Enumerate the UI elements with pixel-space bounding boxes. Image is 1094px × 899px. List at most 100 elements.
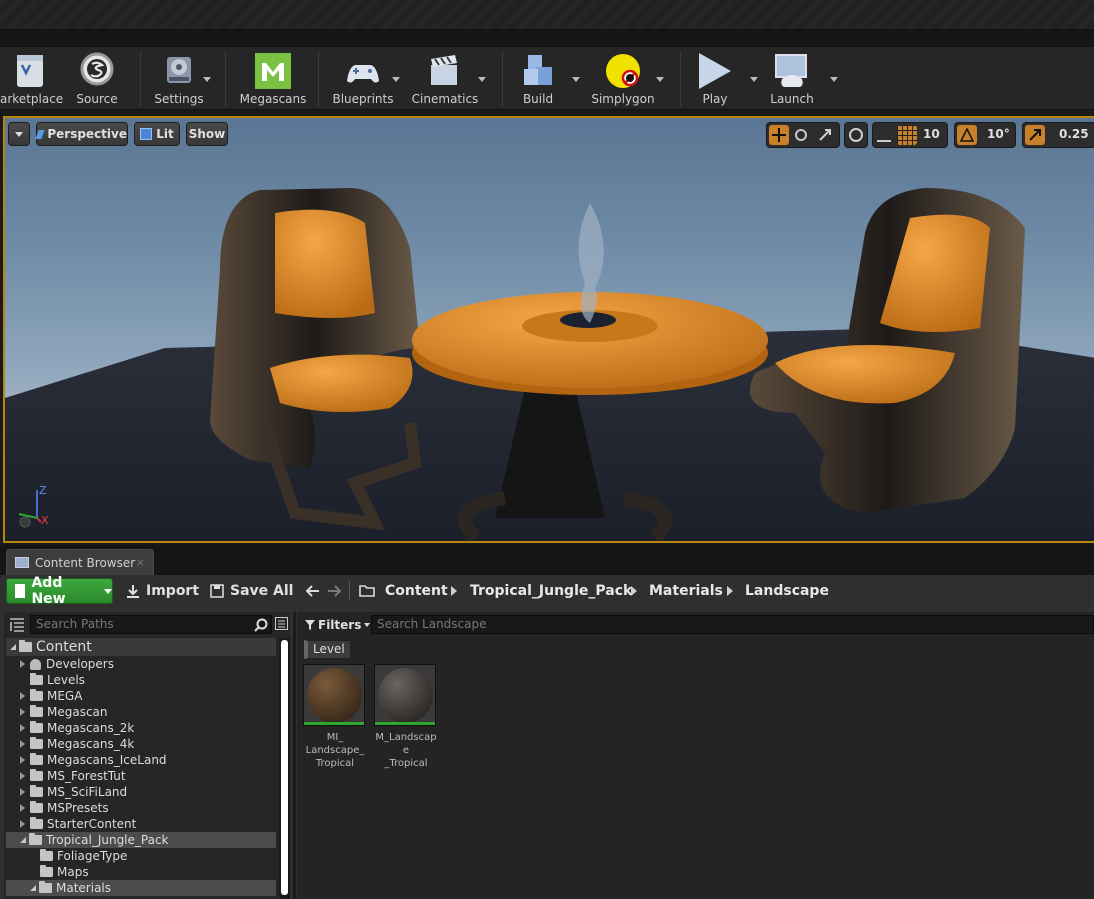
collapsed-arrow-icon[interactable]: [20, 788, 25, 796]
grid-snap-value[interactable]: 10: [923, 127, 940, 141]
tree-item[interactable]: MEGA: [6, 688, 276, 704]
breadcrumb-separator[interactable]: [631, 586, 637, 596]
asset-tile[interactable]: MI_ Landscape_ Tropical: [303, 664, 367, 770]
breadcrumb-materials[interactable]: Materials: [649, 578, 723, 604]
simplygon-dropdown-arrow[interactable]: [656, 77, 664, 82]
cinematics-dropdown-arrow[interactable]: [478, 77, 486, 82]
folder-icon: [30, 737, 43, 749]
rotate-tool-icon[interactable]: [795, 129, 807, 141]
tree-item[interactable]: Developers: [6, 656, 276, 672]
tab-content-browser[interactable]: Content Browser ×: [6, 549, 154, 575]
folder-open-icon: [19, 640, 32, 652]
tree-scrollbar-thumb[interactable]: [281, 640, 288, 895]
tree-item[interactable]: Levels: [6, 672, 276, 688]
scene-render: [5, 188, 1094, 541]
toolbar-settings-button[interactable]: Settings: [145, 47, 213, 111]
angle-icon: [960, 128, 974, 142]
toolbar-marketplace-button[interactable]: arketplace: [0, 47, 63, 111]
tree-item[interactable]: Content: [6, 638, 276, 656]
asset-type-bar: [304, 722, 364, 725]
filters-button[interactable]: Filters: [305, 615, 371, 635]
toolbar-launch-button[interactable]: Launch: [766, 47, 838, 111]
sources-panel-icon[interactable]: [9, 617, 25, 633]
tree-item-label: Content: [36, 639, 92, 655]
search-paths-input[interactable]: Search Paths: [30, 615, 272, 634]
tree-item[interactable]: MSPresets: [6, 800, 276, 816]
collapsed-arrow-icon[interactable]: [20, 756, 25, 764]
show-button[interactable]: Show: [186, 122, 228, 146]
tree-item[interactable]: Megascans_IceLand: [6, 752, 276, 768]
tree-item[interactable]: Tropical_Jungle_Pack: [6, 832, 276, 848]
toolbar-simplygon-button[interactable]: Simplygon: [590, 47, 664, 111]
folder-open-icon[interactable]: [359, 584, 375, 597]
world-local-toggle[interactable]: [844, 122, 868, 148]
folder-icon: [30, 769, 43, 781]
forward-arrow-icon[interactable]: [327, 584, 341, 598]
tree-item[interactable]: Maps: [6, 864, 276, 880]
folder-icon: [40, 865, 53, 877]
breadcrumb-tropical-jungle-pack[interactable]: Tropical_Jungle_Pack: [470, 578, 632, 604]
toolbar-megascans-button[interactable]: Megascans: [237, 47, 309, 111]
collapsed-arrow-icon[interactable]: [20, 772, 25, 780]
toolbar-cinematics-button[interactable]: Cinematics: [410, 47, 486, 111]
scale-snap-value[interactable]: 0.25: [1059, 127, 1089, 141]
tree-item[interactable]: MS_SciFiLand: [6, 784, 276, 800]
expanded-arrow-icon[interactable]: [10, 644, 16, 650]
scale-tool-icon[interactable]: [818, 128, 832, 142]
tree-item[interactable]: Megascan: [6, 704, 276, 720]
filter-chip-level[interactable]: Level: [304, 640, 351, 659]
cinematics-icon: [431, 55, 457, 85]
tree-item[interactable]: FoliageType: [6, 848, 276, 864]
asset-tile[interactable]: M_Landscape _Tropical: [374, 664, 438, 770]
level-viewport[interactable]: Perspective Lit Show 10 10° 0.25 Z X: [3, 116, 1094, 543]
toolbar-build-button[interactable]: Build: [510, 47, 580, 111]
folder-icon: [40, 849, 53, 861]
launch-dropdown-arrow[interactable]: [830, 77, 838, 82]
perspective-button[interactable]: Perspective: [35, 122, 128, 146]
surface-snap-icon[interactable]: [877, 128, 891, 142]
expanded-arrow-icon[interactable]: [30, 885, 36, 891]
tree-item[interactable]: MS_ForestTut: [6, 768, 276, 784]
chevron-down-icon: [364, 623, 371, 627]
save-all-button[interactable]: Save All: [210, 578, 293, 604]
collapsed-arrow-icon[interactable]: [20, 804, 25, 812]
collapsed-arrow-icon[interactable]: [20, 820, 25, 828]
user-icon: [30, 658, 41, 670]
settings-dropdown-arrow[interactable]: [203, 77, 211, 82]
collapsed-arrow-icon[interactable]: [20, 692, 25, 700]
expanded-arrow-icon[interactable]: [20, 837, 26, 843]
build-dropdown-arrow[interactable]: [572, 77, 580, 82]
breadcrumb-landscape[interactable]: Landscape: [745, 578, 829, 604]
collapsed-arrow-icon[interactable]: [20, 740, 25, 748]
toolbar-play-button[interactable]: Play: [688, 47, 758, 111]
lit-button[interactable]: Lit: [134, 122, 180, 146]
rotation-snap-value[interactable]: 10°: [987, 127, 1010, 141]
collapsed-arrow-icon[interactable]: [20, 660, 25, 668]
grid-snap-icon[interactable]: [897, 125, 917, 145]
back-arrow-icon[interactable]: [306, 584, 320, 598]
breadcrumb-separator[interactable]: [727, 586, 733, 596]
viewport-options-button[interactable]: [8, 122, 30, 146]
collapsed-arrow-icon[interactable]: [20, 708, 25, 716]
tree-item[interactable]: Megascans_4k: [6, 736, 276, 752]
blueprints-dropdown-arrow[interactable]: [392, 77, 400, 82]
tree-item[interactable]: Materials: [6, 880, 276, 896]
breadcrumb-separator[interactable]: [451, 586, 457, 596]
toolbar-source-button[interactable]: Source: [62, 47, 132, 111]
tree-item[interactable]: Megascans_2k: [6, 720, 276, 736]
close-icon[interactable]: ×: [136, 556, 145, 569]
add-new-button[interactable]: Add New: [6, 575, 113, 607]
collapsed-arrow-icon[interactable]: [20, 724, 25, 732]
folder-icon: [30, 785, 43, 797]
tree-item[interactable]: StarterContent: [6, 816, 276, 832]
search-assets-input[interactable]: Search Landscape: [371, 615, 1094, 634]
view-options-icon[interactable]: [275, 617, 288, 630]
play-dropdown-arrow[interactable]: [750, 77, 758, 82]
breadcrumb-content[interactable]: Content: [385, 578, 448, 604]
asset-thumbnail: [303, 664, 365, 726]
tree-scrollbar[interactable]: [279, 638, 290, 899]
toolbar-blueprints-button[interactable]: Blueprints: [328, 47, 400, 111]
import-button[interactable]: Import: [126, 578, 199, 604]
simplygon-icon: [606, 54, 640, 88]
panel-splitter[interactable]: [293, 612, 296, 899]
